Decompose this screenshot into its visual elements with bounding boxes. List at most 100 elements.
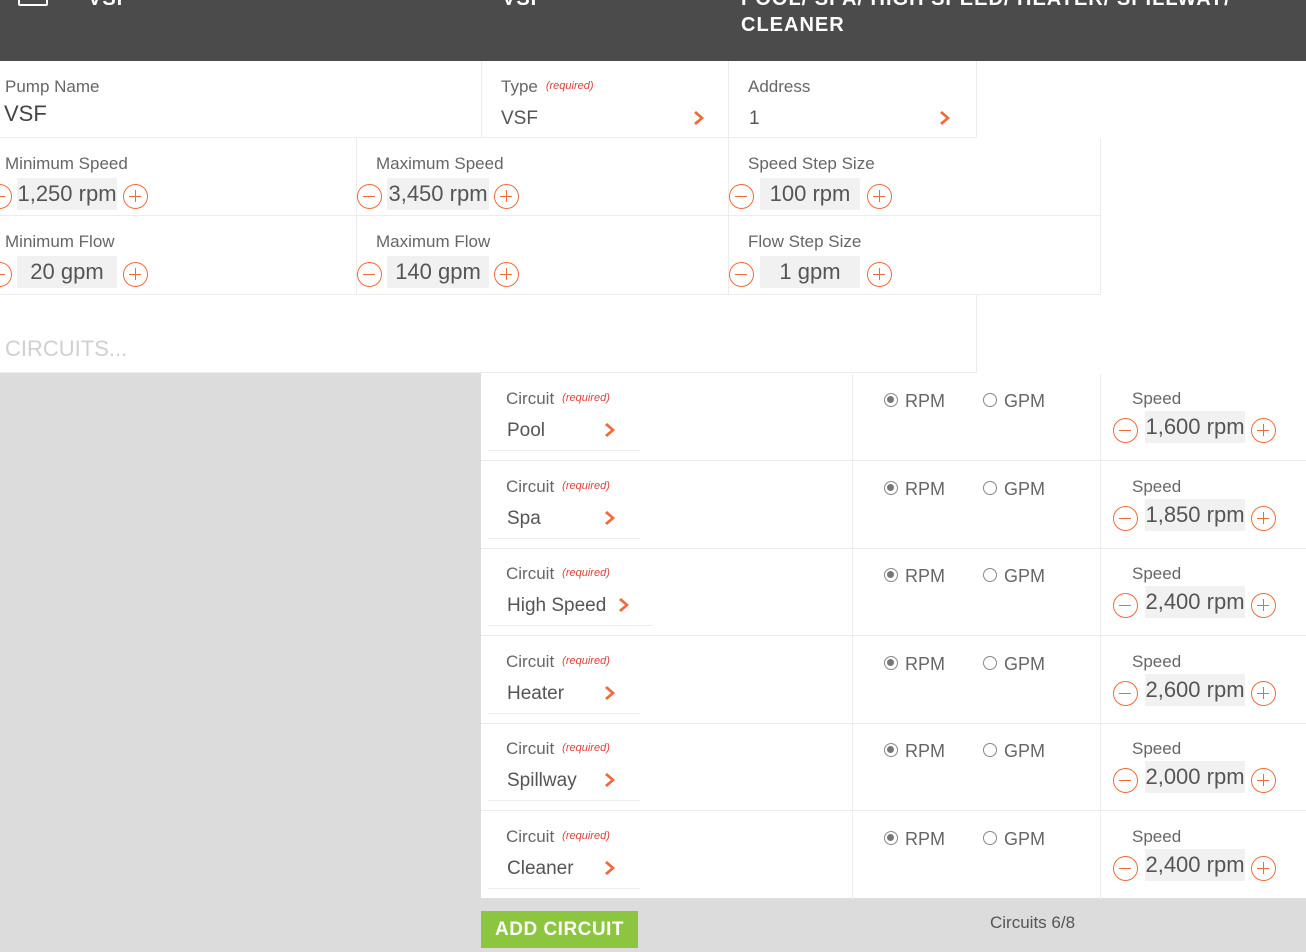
speed-value[interactable]: 2,400 rpm — [1145, 849, 1245, 881]
min-speed-increment-button[interactable] — [123, 184, 148, 209]
speed-step-decrement-button[interactable] — [729, 184, 754, 209]
gpm-label: GPM — [1004, 479, 1046, 499]
max-speed-value[interactable]: 3,450 rpm — [387, 178, 489, 210]
rpm-radio[interactable] — [884, 743, 898, 757]
speed-step-increment-button[interactable] — [867, 184, 892, 209]
speed-decrement-button[interactable] — [1113, 681, 1138, 706]
flow-step-value[interactable]: 1 gpm — [760, 256, 860, 288]
flow-step-decrement-button[interactable] — [729, 262, 754, 287]
circuit-divider — [1100, 462, 1101, 550]
rpm-radio[interactable] — [884, 481, 898, 495]
min-flow-value[interactable]: 20 gpm — [17, 256, 117, 288]
rpm-radio[interactable] — [884, 656, 898, 670]
speed-increment-button[interactable] — [1251, 418, 1276, 443]
min-flow-label: Minimum Flow — [5, 232, 115, 251]
speed-value[interactable]: 2,400 rpm — [1145, 586, 1245, 618]
speed-value[interactable]: 1,850 rpm — [1145, 499, 1245, 531]
gpm-radio[interactable] — [983, 568, 997, 582]
rpm-radio[interactable] — [884, 831, 898, 845]
circuit-select-underline — [488, 888, 640, 889]
gpm-label: GPM — [1004, 566, 1046, 586]
speed-step-label: Speed Step Size — [748, 154, 875, 173]
circuit-divider — [852, 462, 853, 550]
circuit-select[interactable]: Heater — [507, 683, 564, 705]
speed-value[interactable]: 2,600 rpm — [1145, 674, 1245, 706]
chevron-right-icon[interactable] — [602, 771, 620, 789]
circuit-select[interactable]: High Speed — [507, 595, 606, 617]
speed-label: Speed — [1132, 389, 1182, 408]
circuit-select[interactable]: Pool — [507, 420, 545, 442]
min-speed-decrement-button[interactable] — [0, 184, 12, 209]
circuit-divider — [1100, 637, 1101, 725]
chevron-right-icon[interactable] — [937, 109, 955, 127]
rpm-radio[interactable] — [884, 393, 898, 407]
rpm-label: RPM — [905, 566, 945, 586]
circuit-label: Circuit (required) — [506, 652, 610, 671]
min-speed-value[interactable]: 1,250 rpm — [17, 178, 117, 210]
pump-name-input[interactable]: VSF — [4, 101, 47, 127]
flow-step-increment-button[interactable] — [867, 262, 892, 287]
rpm-label: RPM — [905, 654, 945, 674]
pump-type-cell[interactable]: Type (required) VSF — [481, 61, 729, 138]
circuit-row-separator — [481, 460, 1306, 461]
chevron-right-icon[interactable] — [602, 509, 620, 527]
speed-increment-button[interactable] — [1251, 856, 1276, 881]
gpm-label: GPM — [1004, 829, 1046, 849]
speed-label: Speed — [1132, 477, 1182, 496]
speed-increment-button[interactable] — [1251, 768, 1276, 793]
circuit-select[interactable]: Cleaner — [507, 858, 574, 880]
pump-header-bar: VSF VSF POOL/ SPA/ HIGH SPEED/ HEATER/ S… — [0, 0, 1306, 61]
flow-step-cell: Flow Step Size 1 gpm — [729, 216, 1101, 295]
gpm-radio[interactable] — [983, 743, 997, 757]
speed-step-cell: Speed Step Size 100 rpm — [729, 138, 1101, 216]
add-circuit-button[interactable]: ADD CIRCUIT — [481, 911, 638, 948]
circuit-select-underline — [488, 713, 640, 714]
chevron-right-icon[interactable] — [602, 421, 620, 439]
gpm-radio[interactable] — [983, 656, 997, 670]
max-flow-decrement-button[interactable] — [357, 262, 382, 287]
chevron-right-icon[interactable] — [691, 109, 709, 127]
chevron-right-icon[interactable] — [602, 684, 620, 702]
circuit-divider — [852, 724, 853, 812]
circuit-select-underline — [488, 538, 640, 539]
rpm-radio[interactable] — [884, 568, 898, 582]
circuit-divider — [852, 812, 853, 900]
chevron-right-icon[interactable] — [616, 596, 634, 614]
speed-decrement-button[interactable] — [1113, 593, 1138, 618]
rpm-label: RPM — [905, 741, 945, 761]
speed-increment-button[interactable] — [1251, 681, 1276, 706]
gpm-radio[interactable] — [983, 831, 997, 845]
speed-value[interactable]: 2,000 rpm — [1145, 761, 1245, 793]
speed-value[interactable]: 1,600 rpm — [1145, 411, 1245, 443]
speed-decrement-button[interactable] — [1113, 418, 1138, 443]
max-flow-increment-button[interactable] — [494, 262, 519, 287]
min-flow-decrement-button[interactable] — [0, 262, 12, 287]
circuit-divider — [852, 374, 853, 462]
chevron-right-icon[interactable] — [602, 859, 620, 877]
gpm-radio[interactable] — [983, 481, 997, 495]
gpm-label: GPM — [1004, 654, 1046, 674]
speed-increment-button[interactable] — [1251, 593, 1276, 618]
speed-label: Speed — [1132, 827, 1182, 846]
max-flow-value[interactable]: 140 gpm — [387, 256, 489, 288]
speed-step-value[interactable]: 100 rpm — [760, 178, 860, 210]
header-pump-name: VSF — [88, 0, 130, 12]
circuit-row-separator — [481, 548, 1306, 549]
speed-decrement-button[interactable] — [1113, 856, 1138, 881]
speed-decrement-button[interactable] — [1113, 768, 1138, 793]
min-flow-increment-button[interactable] — [123, 262, 148, 287]
circuit-divider — [1100, 549, 1101, 637]
circuit-divider — [1100, 812, 1101, 900]
gpm-label: GPM — [1004, 391, 1046, 411]
speed-decrement-button[interactable] — [1113, 506, 1138, 531]
speed-label: Speed — [1132, 564, 1182, 583]
max-speed-decrement-button[interactable] — [357, 184, 382, 209]
circuit-select[interactable]: Spa — [507, 508, 541, 530]
pump-address-cell[interactable]: Address 1 — [729, 61, 977, 138]
gpm-radio[interactable] — [983, 393, 997, 407]
max-speed-increment-button[interactable] — [494, 184, 519, 209]
speed-increment-button[interactable] — [1251, 506, 1276, 531]
circuit-select[interactable]: Spillway — [507, 770, 577, 792]
speed-label: Speed — [1132, 739, 1182, 758]
circuit-divider — [852, 637, 853, 725]
